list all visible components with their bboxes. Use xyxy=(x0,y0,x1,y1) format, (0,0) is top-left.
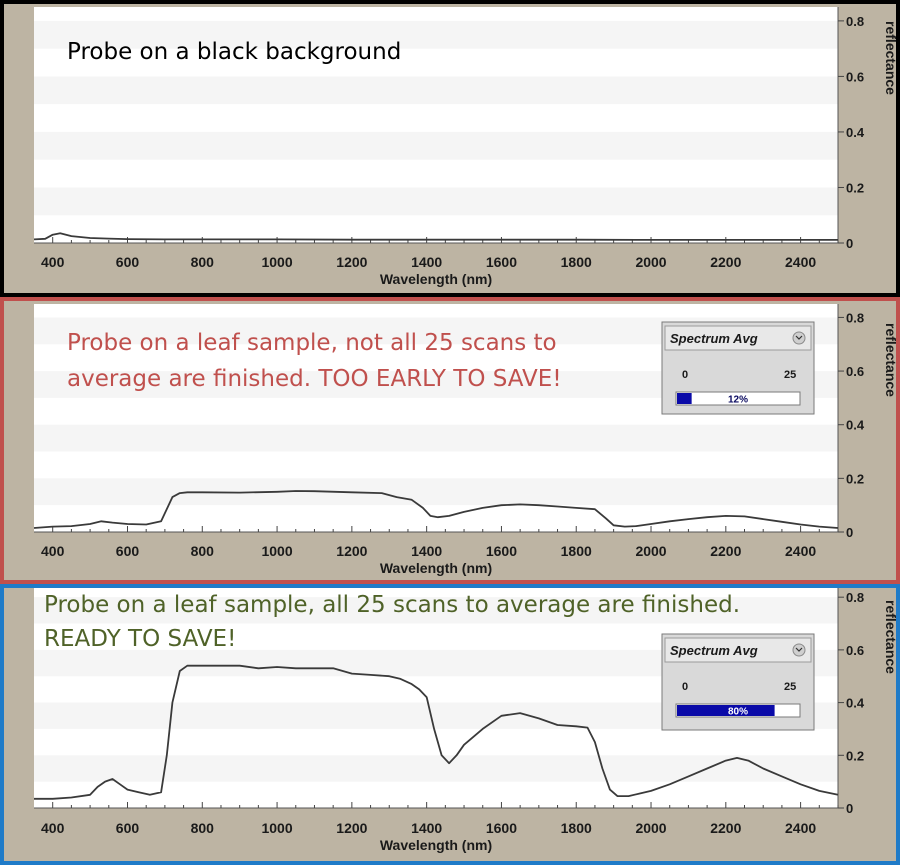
x-tick-label: 1400 xyxy=(411,820,442,836)
x-tick-label: 2000 xyxy=(635,254,666,270)
x-tick-label: 1800 xyxy=(561,254,592,270)
y-tick-label: 0.8 xyxy=(846,590,864,605)
x-tick-label: 1600 xyxy=(486,254,517,270)
x-tick-label: 2400 xyxy=(785,820,816,836)
panel-2: 400 600 800 1000 1200 1400 1600 1800 2000 2200 240… xyxy=(0,297,900,584)
widget-title: Spectrum Avg xyxy=(670,331,758,346)
collapse-icon[interactable] xyxy=(792,331,806,345)
y-tick-label: 0.6 xyxy=(846,69,864,84)
y-tick-label: 0.4 xyxy=(846,125,865,140)
widget-max-label: 25 xyxy=(784,681,796,693)
x-tick-label: 2000 xyxy=(635,820,666,836)
y-tick-label: 0.2 xyxy=(846,471,864,486)
collapse-icon[interactable] xyxy=(792,643,806,657)
progress-percent-label: 12% xyxy=(728,395,748,406)
grid-band xyxy=(34,131,838,160)
grid-band xyxy=(34,478,838,506)
grid-band xyxy=(34,424,838,452)
x-axis-title: Wavelength (nm) xyxy=(380,271,492,287)
caption-line: Probe on a leaf sample, not all 25 scans… xyxy=(67,330,557,356)
x-tick-label: 1200 xyxy=(336,543,367,559)
x-tick-label: 1000 xyxy=(261,820,292,836)
x-tick-label: 400 xyxy=(41,254,65,270)
y-tick-label: 0 xyxy=(846,801,853,816)
y-tick-label: 0 xyxy=(846,236,853,251)
x-tick-label: 1600 xyxy=(486,543,517,559)
panel-1: 400 600 800 1000 1200 1400 1600 1800 2000 2200 240… xyxy=(0,0,900,297)
caption-line: Probe on a black background xyxy=(67,39,401,65)
caption-line: READY TO SAVE! xyxy=(44,626,236,652)
x-tick-label: 2200 xyxy=(710,543,741,559)
x-tick-label: 600 xyxy=(116,543,140,559)
x-tick-label: 2200 xyxy=(710,820,741,836)
y-tick-label: 0.8 xyxy=(846,310,864,325)
x-tick-label: 2000 xyxy=(635,543,666,559)
spectra-figure: 400 600 800 1000 1200 1400 1600 1800 2000 2200 240… xyxy=(0,0,900,865)
y-tick-label: 0 xyxy=(846,525,853,540)
x-tick-label: 1000 xyxy=(261,254,292,270)
y-tick-label: 0.4 xyxy=(846,696,865,711)
progress-fill xyxy=(677,393,692,404)
widget-min-label: 0 xyxy=(682,369,688,381)
x-tick-label: 400 xyxy=(41,543,65,559)
x-tick-label: 1400 xyxy=(411,254,442,270)
x-tick-label: 1200 xyxy=(336,820,367,836)
widget-min-label: 0 xyxy=(682,681,688,693)
y-tick-label: 0.8 xyxy=(846,14,864,29)
x-axis-title: Wavelength (nm) xyxy=(380,560,492,576)
x-tick-label: 600 xyxy=(116,820,140,836)
y-tick-label: 0.6 xyxy=(846,643,864,658)
widget-title: Spectrum Avg xyxy=(670,643,758,658)
panel-3: 400 600 800 1000 1200 1400 1600 1800 2000 2200 240… xyxy=(0,584,900,865)
progress-fill xyxy=(677,705,775,716)
x-tick-label: 1600 xyxy=(486,820,517,836)
spectrum-avg-widget: Spectrum Avg 0 25 80% xyxy=(661,633,815,731)
x-tick-label: 600 xyxy=(116,254,140,270)
grid-band xyxy=(34,755,838,782)
y-tick-label: 0.4 xyxy=(846,418,865,433)
x-tick-label: 800 xyxy=(191,820,215,836)
grid-band xyxy=(34,187,838,216)
x-tick-label: 400 xyxy=(41,820,65,836)
caption-line: average are finished. TOO EARLY TO SAVE! xyxy=(67,366,562,392)
x-tick-label: 1400 xyxy=(411,543,442,559)
x-tick-label: 2400 xyxy=(785,543,816,559)
y-tick-label: 0.2 xyxy=(846,180,864,195)
grid-band xyxy=(34,76,838,105)
x-tick-label: 2200 xyxy=(710,254,741,270)
x-axis-title: Wavelength (nm) xyxy=(380,837,492,853)
caption-line: Probe on a leaf sample, all 25 scans to … xyxy=(44,592,740,618)
x-tick-label: 1000 xyxy=(261,543,292,559)
widget-max-label: 25 xyxy=(784,369,796,381)
x-tick-label: 800 xyxy=(191,543,215,559)
x-tick-label: 1200 xyxy=(336,254,367,270)
progress-percent-label: 80% xyxy=(728,707,748,718)
x-tick-label: 1800 xyxy=(561,820,592,836)
y-tick-label: 0.6 xyxy=(846,364,864,379)
spectrum-avg-widget: Spectrum Avg 0 25 12% xyxy=(661,321,815,415)
y-tick-label: 0.2 xyxy=(846,748,864,763)
x-tick-label: 800 xyxy=(191,254,215,270)
x-tick-label: 2400 xyxy=(785,254,816,270)
x-tick-label: 1800 xyxy=(561,543,592,559)
